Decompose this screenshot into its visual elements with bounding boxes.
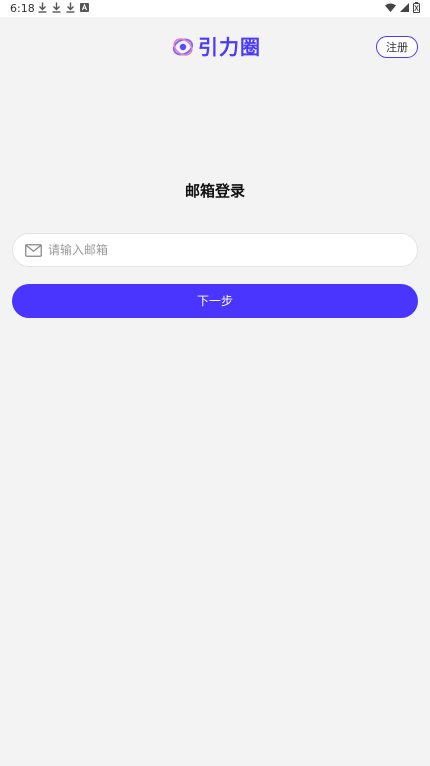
email-input[interactable] xyxy=(48,243,388,257)
download-icon xyxy=(66,2,75,13)
download-icon xyxy=(52,2,61,13)
register-button[interactable]: 注册 xyxy=(376,36,418,58)
logo-text: 引力圈 xyxy=(198,35,261,59)
status-notification-icons xyxy=(38,2,89,13)
app-logo: 引力圈 xyxy=(172,36,261,58)
logo-icon xyxy=(172,38,194,56)
download-icon xyxy=(38,2,47,13)
mail-icon xyxy=(25,243,42,257)
a-icon xyxy=(80,3,89,12)
status-system-icons xyxy=(385,2,420,13)
battery-icon xyxy=(413,2,420,13)
signal-icon xyxy=(400,3,409,12)
status-time: 6:18 xyxy=(10,2,35,15)
email-field[interactable] xyxy=(12,233,418,267)
page-title: 邮箱登录 xyxy=(184,182,245,200)
next-button[interactable]: 下一步 xyxy=(12,284,418,318)
wifi-icon xyxy=(385,3,396,12)
status-bar: 6:18 xyxy=(0,0,430,17)
